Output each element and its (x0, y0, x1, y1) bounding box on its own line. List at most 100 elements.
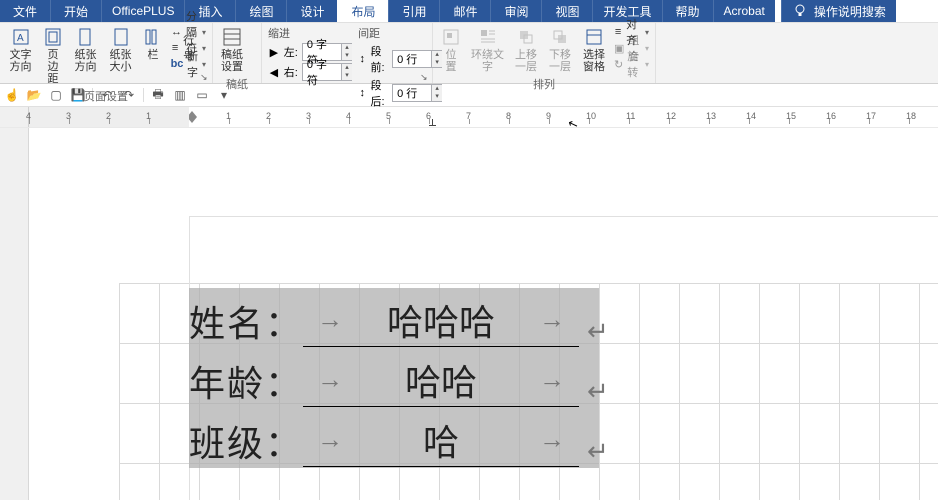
tab-help[interactable]: 帮助 (662, 0, 713, 22)
space-after-input[interactable]: 0 行▴▾ (392, 84, 442, 102)
sel-pane-icon (584, 27, 604, 47)
document-canvas[interactable]: 姓名： → 哈哈哈 → ↵ 年龄： → 哈哈 → ↵ 班级： → 哈 → ↵ (29, 128, 938, 500)
form-value: 哈 (423, 414, 459, 466)
horizontal-ruler[interactable]: 居中式制表符 ↖ 1234567891011121314151617181912… (0, 107, 938, 128)
group-manuscript: 稿纸 设置 稿纸 (213, 23, 262, 83)
group-arrange-label: 排列 (439, 75, 649, 89)
form-field[interactable]: → 哈 → (303, 414, 579, 467)
backward-label: 下移一层 (548, 49, 572, 73)
text-direction-label: 文字方向 (8, 49, 33, 73)
tab-home[interactable]: 开始 (50, 0, 101, 22)
paragraph-mark-icon: ↵ (579, 437, 609, 467)
tab-acrobat[interactable]: Acrobat (713, 0, 775, 22)
bulb-icon (792, 3, 808, 19)
form-field[interactable]: → 哈哈哈 → (303, 294, 579, 347)
svg-text:A: A (17, 33, 24, 44)
hyphen-icon: bc (171, 58, 183, 70)
form-row[interactable]: 班级： → 哈 → ↵ (189, 414, 609, 467)
rotate-icon: ↻ (614, 58, 623, 70)
space-before-label: 段前: (371, 43, 389, 75)
document-area: 姓名： → 哈哈哈 → ↵ 年龄： → 哈哈 → ↵ 班级： → 哈 → ↵ (0, 128, 938, 500)
form-field[interactable]: → 哈哈 → (303, 354, 579, 407)
ribbon-tabbar: 文件 开始 OfficePLUS 插入 绘图 设计 布局 引用 邮件 审阅 视图… (0, 0, 938, 23)
tab-design[interactable]: 设计 (286, 0, 337, 22)
forward-label: 上移一层 (514, 49, 538, 73)
tab-arrow-icon: → (311, 305, 349, 335)
tell-me-label: 操作说明搜索 (814, 3, 886, 20)
tab-references[interactable]: 引用 (388, 0, 439, 22)
tab-arrow-icon: → (533, 305, 571, 335)
columns-button[interactable]: 栏 (141, 25, 165, 63)
space-after-label: 段后: (371, 77, 389, 109)
text-direction-button[interactable]: A 文字方向 (6, 25, 35, 75)
tab-officeplus[interactable]: OfficePLUS (101, 0, 184, 22)
position-button: 位置 (439, 25, 463, 75)
indent-right-label: 右: (284, 64, 298, 80)
paragraph-mark-icon: ↵ (579, 377, 609, 407)
orientation-icon (76, 27, 96, 47)
form-row[interactable]: 姓名： → 哈哈哈 → ↵ (189, 294, 609, 347)
breaks-icon: ↔ (171, 26, 182, 38)
form-value: 哈哈 (405, 354, 477, 406)
margins-label: 页边距 (43, 49, 63, 85)
form-label: 班级： (189, 415, 303, 467)
manuscript-settings-label: 稿纸 设置 (221, 49, 243, 73)
indent-right-icon: ◀ (268, 66, 280, 78)
text-direction-icon: A (11, 27, 31, 47)
size-label: 纸张大小 (108, 49, 133, 73)
linenum-icon: ≡ (171, 42, 179, 54)
form-label: 姓名： (189, 295, 303, 347)
hyphenation-button[interactable]: bc 断字▾ (171, 57, 206, 71)
tell-me-search[interactable]: 操作说明搜索 (781, 0, 896, 22)
tab-arrow-icon: → (533, 425, 571, 455)
bring-forward-button: 上移一层 (512, 25, 540, 75)
manuscript-settings-button[interactable]: 稿纸 设置 (219, 25, 245, 75)
group-page-setup-label: 页面设置 (6, 87, 206, 101)
form-row[interactable]: 年龄： → 哈哈 → ↵ (189, 354, 609, 407)
size-button[interactable]: 纸张大小 (106, 25, 135, 75)
tab-draw[interactable]: 绘图 (235, 0, 286, 22)
orientation-button[interactable]: 纸张方向 (71, 25, 100, 75)
word-app: 文件 开始 OfficePLUS 插入 绘图 设计 布局 引用 邮件 审阅 视图… (0, 0, 938, 500)
position-label: 位置 (441, 49, 461, 73)
columns-label: 栏 (148, 49, 159, 61)
group-paragraph: 缩进 ▶ 左: 0 字符▴▾ ◀ 右: 0 字符▴▾ 间距 ↕ (262, 23, 433, 83)
group-page-setup: A 文字方向 页边距 纸张方向 纸张大小 栏 (0, 23, 213, 83)
ruler-corner (0, 107, 29, 127)
wrap-text-button: 环绕文 字 (469, 25, 506, 75)
tab-review[interactable]: 审阅 (490, 0, 541, 22)
tab-view[interactable]: 视图 (541, 0, 592, 22)
form-label: 年龄： (189, 355, 303, 407)
tab-mailings[interactable]: 邮件 (439, 0, 490, 22)
tab-layout[interactable]: 布局 (337, 0, 388, 22)
hyphen-label: 断字 (187, 48, 198, 80)
indent-right-input[interactable]: 0 字符▴▾ (302, 63, 352, 81)
tab-arrow-icon: → (533, 365, 571, 395)
vertical-ruler[interactable] (0, 128, 29, 500)
group-manuscript-label: 稿纸 (219, 75, 255, 89)
send-backward-button: 下移一层 (546, 25, 574, 75)
rotate-button: ↻ 旋转▾ (614, 57, 649, 71)
rotate-label: 旋转 (627, 48, 641, 80)
space-after-icon: ↕ (358, 87, 366, 99)
forward-icon (516, 27, 536, 47)
selection-pane-button[interactable]: 选择窗格 (580, 25, 608, 75)
page-setup-launcher[interactable]: ↘ (200, 72, 210, 82)
paragraph-mark-icon: ↵ (579, 317, 609, 347)
tab-arrow-icon: → (311, 365, 349, 395)
sel-pane-label: 选择窗格 (582, 49, 606, 73)
group-icon: ▣ (614, 42, 624, 54)
backward-icon (550, 27, 570, 47)
manuscript-icon (222, 27, 242, 47)
spacing-header: 间距 (358, 25, 442, 41)
align-icon: ≡ (614, 26, 622, 38)
columns-icon (143, 27, 163, 47)
margins-button[interactable]: 页边距 (41, 25, 65, 87)
tab-file[interactable]: 文件 (0, 0, 50, 22)
group-arrange: 位置 环绕文 字 上移一层 下移一层 选择窗格 (433, 23, 656, 83)
tab-arrow-icon: → (311, 425, 349, 455)
paragraph-launcher[interactable]: ↘ (420, 72, 430, 82)
form-value: 哈哈哈 (387, 294, 495, 346)
indent-left-icon: ▶ (268, 46, 280, 58)
space-before-icon: ↕ (358, 53, 366, 65)
